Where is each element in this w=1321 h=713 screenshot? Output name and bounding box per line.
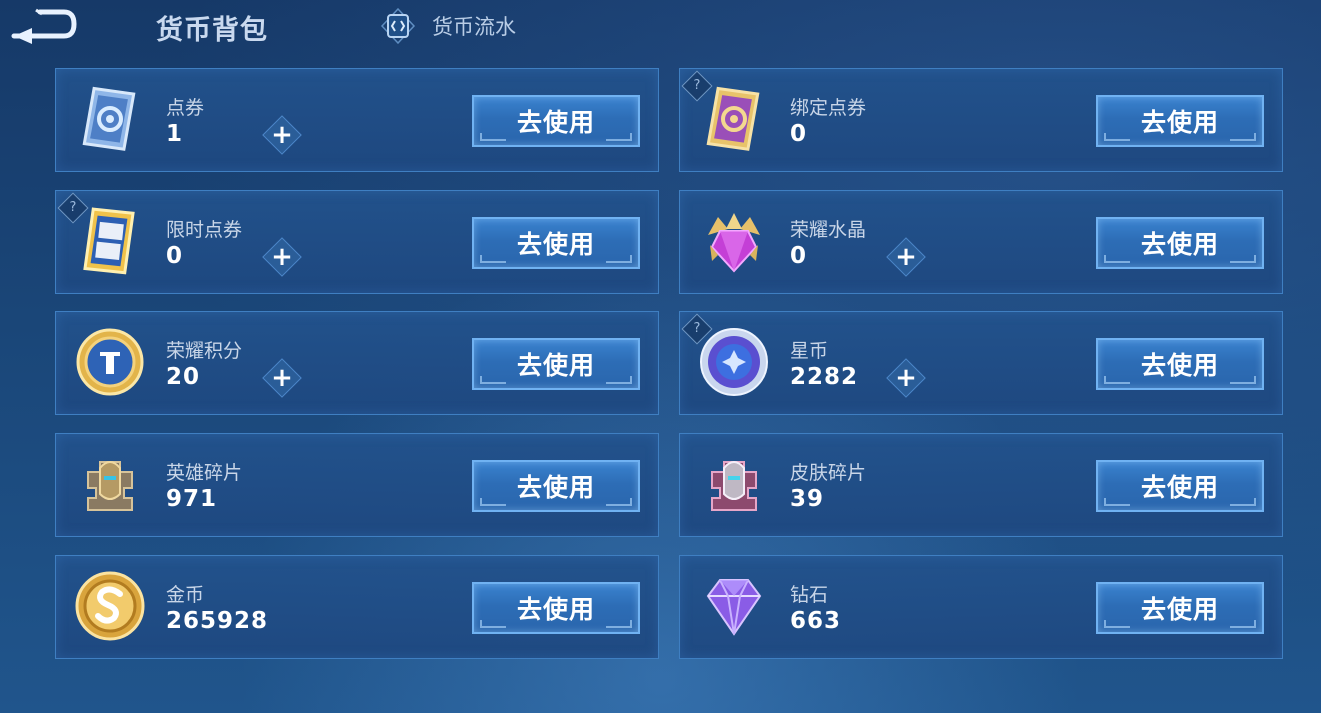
plus-icon: + — [895, 363, 917, 393]
header-bar: 货币背包 货币流水 — [0, 0, 1321, 58]
currency-card: ? 绑定点券 0 去使用 — [679, 68, 1283, 172]
use-button[interactable]: 去使用 — [472, 460, 640, 512]
plus-icon: + — [271, 242, 293, 272]
plus-icon: + — [895, 242, 917, 272]
glory-points-icon — [76, 328, 144, 396]
add-currency-button[interactable]: + — [886, 358, 926, 398]
use-button[interactable]: 去使用 — [472, 217, 640, 269]
gold-coin-icon — [75, 571, 145, 641]
glory-crystal-icon — [708, 213, 760, 273]
use-button[interactable]: 去使用 — [1096, 217, 1264, 269]
use-button[interactable]: 去使用 — [472, 95, 640, 147]
currency-name: 皮肤碎片 — [790, 462, 867, 484]
add-currency-button[interactable]: + — [262, 115, 302, 155]
use-button[interactable]: 去使用 — [1096, 460, 1264, 512]
flow-record-icon — [380, 8, 416, 44]
back-arrow-icon — [11, 8, 77, 44]
currency-card: ? 星币 2282 + 去使用 — [679, 311, 1283, 415]
currency-card: 英雄碎片 971 去使用 — [55, 433, 659, 537]
currency-name: 金币 — [166, 584, 205, 606]
add-currency-button[interactable]: + — [262, 358, 302, 398]
currency-flow-link[interactable]: 货币流水 — [380, 8, 516, 44]
currency-card: 钻石 663 去使用 — [679, 555, 1283, 659]
ticket-purple-icon — [706, 86, 760, 151]
back-button[interactable] — [6, 6, 78, 46]
currency-card: 点券 1 + 去使用 — [55, 68, 659, 172]
hero-fragment-icon — [87, 461, 133, 511]
currency-card: 金币 265928 去使用 — [55, 555, 659, 659]
currency-card: 皮肤碎片 39 去使用 — [679, 433, 1283, 537]
limited-ticket-icon — [83, 207, 135, 275]
use-button[interactable]: 去使用 — [1096, 582, 1264, 634]
currency-name: 点券 — [166, 97, 205, 119]
use-button[interactable]: 去使用 — [1096, 95, 1264, 147]
currency-value: 0 — [166, 243, 184, 269]
currency-card: 荣耀水晶 0 + 去使用 — [679, 190, 1283, 294]
currency-name: 荣耀积分 — [166, 340, 243, 362]
currency-value: 0 — [790, 121, 808, 147]
use-button[interactable]: 去使用 — [472, 338, 640, 390]
use-button[interactable]: 去使用 — [1096, 338, 1264, 390]
currency-value: 1 — [166, 121, 184, 147]
plus-icon: + — [271, 363, 293, 393]
currency-name: 荣耀水晶 — [790, 219, 867, 241]
currency-value: 0 — [790, 243, 808, 269]
use-button[interactable]: 去使用 — [472, 582, 640, 634]
currency-name: 绑定点券 — [790, 97, 867, 119]
star-coin-icon — [700, 328, 768, 396]
currency-card: 荣耀积分 20 + 去使用 — [55, 311, 659, 415]
plus-icon: + — [271, 120, 293, 150]
currency-value: 2282 — [790, 364, 859, 390]
diamond-icon — [706, 579, 762, 636]
currency-name: 钻石 — [790, 584, 829, 606]
currency-value: 971 — [166, 486, 218, 512]
skin-fragment-icon — [711, 461, 757, 511]
currency-value: 20 — [166, 364, 201, 390]
currency-name: 限时点券 — [166, 219, 243, 241]
currency-value: 663 — [790, 608, 842, 634]
currency-card: ? 限时点券 0 + 去使用 — [55, 190, 659, 294]
page-title: 货币背包 — [156, 15, 268, 46]
currency-name: 英雄碎片 — [166, 462, 243, 484]
ticket-blue-icon — [82, 86, 136, 151]
currency-value: 39 — [790, 486, 825, 512]
currency-name: 星币 — [790, 340, 829, 362]
add-currency-button[interactable]: + — [886, 237, 926, 277]
add-currency-button[interactable]: + — [262, 237, 302, 277]
currency-flow-label: 货币流水 — [432, 15, 516, 39]
currency-value: 265928 — [166, 608, 269, 634]
